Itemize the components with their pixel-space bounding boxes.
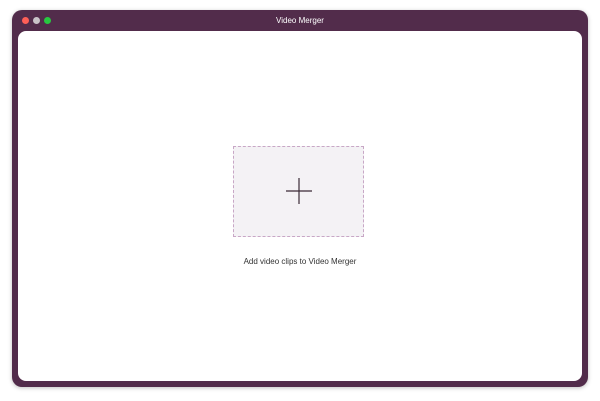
main-content: Add video clips to Video Merger — [18, 31, 582, 381]
title-bar[interactable]: Video Merger — [12, 10, 588, 31]
add-clips-hint: Add video clips to Video Merger — [243, 257, 357, 266]
app-window: Video Merger Add video clips to Video Me… — [12, 10, 588, 387]
add-clips-dropzone[interactable] — [233, 146, 364, 237]
window-title: Video Merger — [276, 16, 324, 25]
plus-icon — [286, 178, 312, 204]
